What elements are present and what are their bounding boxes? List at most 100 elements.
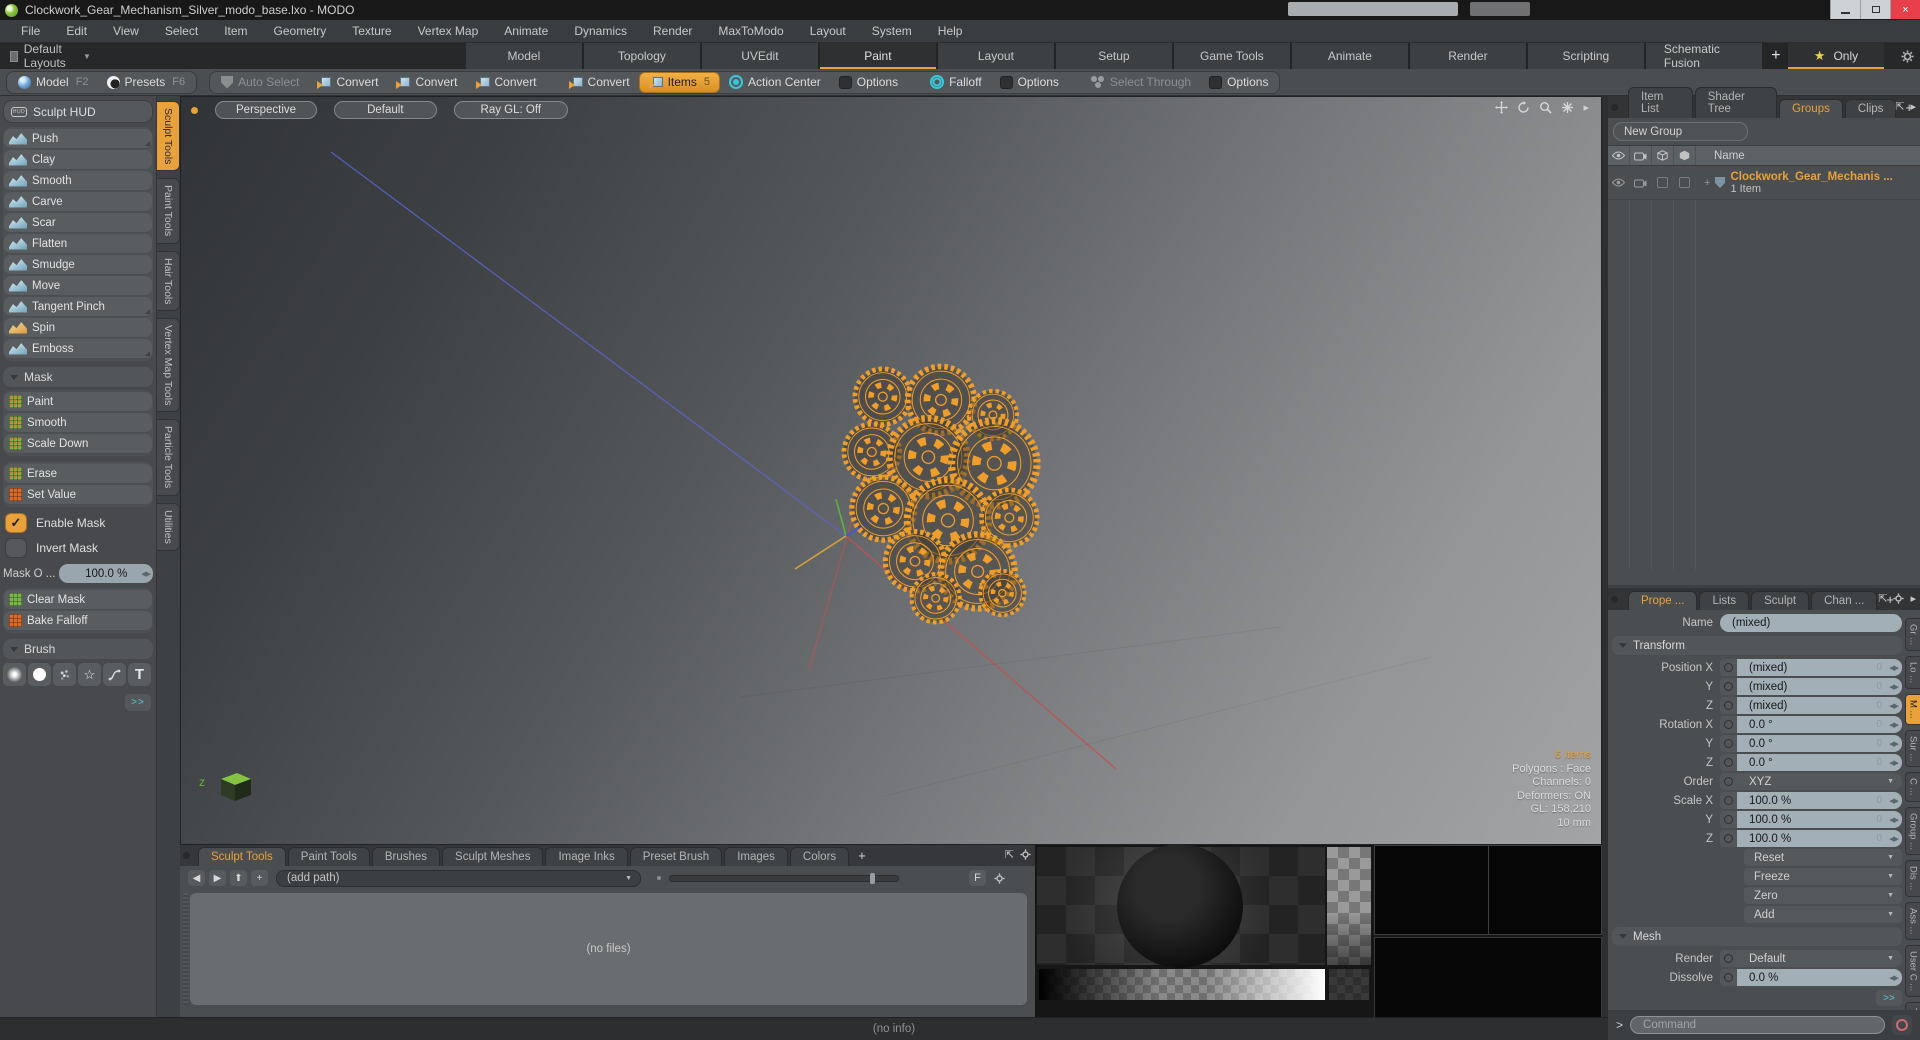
stepper-icon[interactable]: ◀▶ [1889, 835, 1899, 843]
properties-edge-tab[interactable]: M ... [1905, 694, 1920, 725]
viewport-settings-icon[interactable] [1561, 101, 1574, 114]
transform-value-field[interactable]: 100.0 % 0 ◀▶ [1737, 811, 1902, 828]
sidebar-more-button[interactable]: >> [125, 694, 151, 711]
envelope-icon[interactable]: 0 [1876, 757, 1882, 768]
stepper-icon[interactable]: ◀▶ [1889, 664, 1899, 672]
groups-panel-tab[interactable]: Groups [1779, 99, 1843, 118]
layout-tab[interactable]: Schematic Fusion [1645, 42, 1764, 70]
groups-panel-tab[interactable]: Clips [1844, 99, 1897, 118]
menu-item[interactable]: Help [925, 24, 976, 38]
auto-select-button[interactable]: Auto Select [212, 72, 308, 93]
viewport-menu-dot[interactable] [191, 106, 198, 114]
bottom-panel-tab[interactable]: Preset Brush [629, 847, 723, 866]
items-mode-button[interactable]: Items 5 [638, 71, 721, 93]
bottom-panel-tab[interactable]: Image Inks [545, 847, 628, 866]
properties-edge-tab[interactable]: User C ... [1905, 945, 1920, 998]
gear-icon[interactable] [994, 872, 1005, 884]
add-directory-button[interactable]: + [251, 870, 268, 886]
ramp-checker-preview[interactable] [1327, 847, 1371, 965]
name-field[interactable]: (mixed) [1720, 614, 1902, 632]
transform-action-dropdown[interactable]: Zero [1744, 887, 1902, 904]
text-brush-button[interactable]: T [128, 663, 151, 686]
properties-panel-tab[interactable]: Chan ... [1811, 591, 1878, 610]
transform-value-field[interactable]: XYZ 0 ◀▶ [1737, 773, 1902, 790]
panel-menu-dot[interactable] [1611, 104, 1618, 111]
enable-mask-checkbox[interactable]: ✓ [5, 513, 27, 533]
menu-item[interactable]: Texture [339, 24, 404, 38]
panel-arrow-icon[interactable]: ▸ [1910, 100, 1916, 113]
channel-toggle[interactable] [1720, 659, 1737, 676]
layout-tab[interactable]: Layout [937, 43, 1056, 69]
mask-tool-button[interactable]: Paint [4, 392, 152, 412]
convert-button[interactable]: Convert [467, 72, 546, 93]
envelope-icon[interactable]: 0 [1876, 833, 1882, 844]
sculpt-tool-button[interactable]: Carve [4, 192, 152, 212]
menu-item[interactable]: System [859, 24, 925, 38]
mask-section-header[interactable]: Mask [3, 367, 153, 387]
sculpt-tool-button[interactable]: Push [4, 129, 152, 149]
render-preview-top[interactable] [1374, 845, 1602, 935]
sculpt-tool-button[interactable]: Emboss [4, 339, 152, 359]
properties-edge-tab[interactable]: Ass ... [1905, 901, 1920, 941]
menu-item[interactable]: Edit [53, 24, 100, 38]
panel-arrow-icon[interactable]: ▸ [1583, 101, 1589, 114]
menu-item[interactable]: Layout [797, 24, 859, 38]
group-row-main[interactable]: + Clockwork_Gear_Mechanis ... 1 Item [1696, 171, 1893, 195]
channel-toggle[interactable] [1720, 811, 1737, 828]
close-button[interactable]: × [1890, 0, 1920, 19]
tool-category-tab[interactable]: Paint Tools [157, 178, 180, 244]
menu-item[interactable]: MaxToModo [705, 24, 796, 38]
render-dropdown[interactable]: Default [1737, 950, 1902, 967]
envelope-icon[interactable]: 0 [1876, 681, 1882, 692]
mask-action-button[interactable]: Bake Falloff [4, 611, 152, 631]
expand-panel-icon[interactable]: ⇱ [1895, 100, 1904, 113]
convert-button[interactable]: Convert [560, 72, 639, 93]
panel-arrow-icon[interactable]: ▸ [1910, 592, 1916, 605]
star-brush-button[interactable]: ☆ [78, 663, 101, 686]
tool-category-tab[interactable]: Particle Tools [157, 419, 180, 496]
channel-toggle[interactable] [1720, 773, 1737, 790]
layout-tab[interactable]: Scripting [1527, 43, 1646, 69]
groups-panel-tab[interactable]: Shader Tree [1694, 87, 1778, 118]
properties-more-button[interactable]: >> [1876, 990, 1902, 1006]
channel-toggle[interactable] [1720, 969, 1737, 986]
gradient-end-swatch[interactable] [1329, 969, 1369, 1000]
transform-value-field[interactable]: 100.0 % 0 ◀▶ [1737, 792, 1902, 809]
envelope-icon[interactable]: 0 [1876, 662, 1882, 673]
macro-record-button[interactable] [1892, 1015, 1912, 1035]
menu-item[interactable]: Geometry [261, 24, 340, 38]
channel-toggle[interactable] [1720, 678, 1737, 695]
action-center-options-button[interactable]: Options [830, 72, 907, 93]
view-type-button[interactable]: Perspective [215, 101, 318, 119]
sculpt-tool-button[interactable]: Smooth [4, 171, 152, 191]
menu-item[interactable]: Item [211, 24, 260, 38]
layout-tab[interactable]: Setup [1055, 43, 1174, 69]
channel-toggle[interactable] [1720, 754, 1737, 771]
envelope-icon[interactable]: 0 [1876, 795, 1882, 806]
file-list-area[interactable]: (no files) [190, 893, 1027, 1005]
properties-edge-tab[interactable]: Sur ... [1905, 729, 1920, 768]
sculpt-tool-button[interactable]: Move [4, 276, 152, 296]
mask-tool-button[interactable]: Scale Down [4, 434, 152, 454]
forward-button[interactable]: ▶ [209, 870, 226, 886]
gear-icon[interactable] [1893, 593, 1905, 604]
filter-button[interactable]: F [969, 870, 986, 886]
envelope-icon[interactable]: 0 [1876, 814, 1882, 825]
bottom-panel-tab[interactable]: Images [724, 847, 788, 866]
spray-brush-button[interactable] [53, 663, 76, 686]
channel-toggle[interactable] [1720, 950, 1737, 967]
transform-action-dropdown[interactable]: Add [1744, 906, 1902, 923]
properties-edge-tab[interactable]: Dis ... [1905, 860, 1920, 897]
convert-button[interactable]: Convert [387, 72, 466, 93]
invert-mask-checkbox[interactable] [5, 538, 27, 558]
channel-toggle[interactable] [1720, 792, 1737, 809]
transform-section-header[interactable]: Transform [1612, 636, 1902, 655]
sculpt-tool-button[interactable]: Flatten [4, 234, 152, 254]
channel-toggle[interactable] [1720, 716, 1737, 733]
row-lock-checkbox[interactable] [1652, 177, 1674, 188]
layout-tab[interactable]: UVEdit [701, 43, 820, 69]
transform-value-field[interactable]: 0.0 ° 0 ◀▶ [1737, 735, 1902, 752]
hard-brush-button[interactable] [28, 663, 51, 686]
zoom-icon[interactable] [1539, 101, 1553, 114]
layout-tab[interactable]: Model [465, 43, 584, 69]
